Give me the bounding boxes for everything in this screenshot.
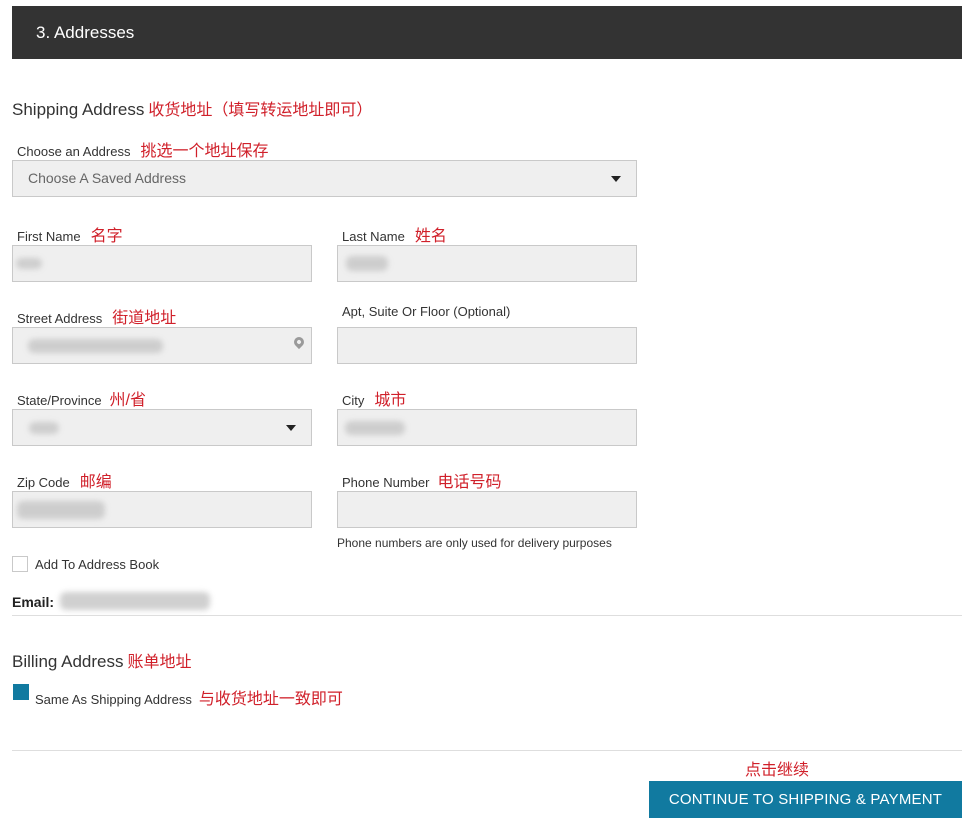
redacted-value <box>346 256 388 271</box>
location-pin-icon <box>291 334 307 350</box>
billing-section-title: Billing Address 账单地址 <box>12 648 192 672</box>
first-name-field[interactable] <box>12 245 312 282</box>
zip-code-field[interactable] <box>12 491 312 528</box>
redacted-value <box>29 422 59 434</box>
city-label: City 城市 <box>342 392 407 409</box>
continue-note: 点击继续 <box>745 762 810 779</box>
zip-code-label: Zip Code 邮编 <box>17 474 112 491</box>
redacted-value <box>28 339 163 353</box>
street-address-field[interactable] <box>12 327 312 364</box>
chevron-down-icon <box>286 425 296 431</box>
divider <box>12 615 962 616</box>
last-name-field[interactable] <box>337 245 637 282</box>
shipping-title-note: 收货地址（填写转运地址即可） <box>148 102 373 119</box>
add-to-address-book-checkbox[interactable] <box>12 556 28 572</box>
step-title: 3. Addresses <box>36 22 135 42</box>
city-field[interactable] <box>337 409 637 446</box>
redacted-value <box>345 421 405 435</box>
same-as-shipping-label: Same As Shipping Address 与收货地址一致即可 <box>35 691 343 708</box>
add-to-address-book-label: Add To Address Book <box>35 557 160 572</box>
redacted-value <box>16 258 42 269</box>
email-label: Email: <box>12 594 55 610</box>
billing-title-note: 账单地址 <box>127 654 192 671</box>
phone-number-label: Phone Number 电话号码 <box>342 474 502 491</box>
shipping-title: Shipping Address <box>12 100 145 119</box>
step-header: 3. Addresses <box>12 6 962 59</box>
state-province-select[interactable] <box>12 409 312 446</box>
phone-number-field[interactable] <box>337 491 637 528</box>
same-as-shipping-checkbox[interactable] <box>13 684 29 700</box>
saved-address-value: Choose A Saved Address <box>28 170 186 186</box>
saved-address-select[interactable]: Choose A Saved Address <box>12 160 637 197</box>
billing-title: Billing Address <box>12 652 124 671</box>
state-province-label: State/Province 州/省 <box>17 392 146 409</box>
redacted-value <box>17 501 105 519</box>
apt-suite-field[interactable] <box>337 327 637 364</box>
divider <box>12 750 962 751</box>
apt-suite-label: Apt, Suite Or Floor (Optional) <box>342 304 511 319</box>
phone-help-text: Phone numbers are only used for delivery… <box>337 536 612 550</box>
choose-address-label: Choose an Address 挑选一个地址保存 <box>17 143 269 160</box>
street-address-label: Street Address 街道地址 <box>17 310 177 327</box>
last-name-label: Last Name 姓名 <box>342 228 447 245</box>
continue-to-shipping-payment-button[interactable]: CONTINUE TO SHIPPING & PAYMENT <box>649 781 962 818</box>
shipping-section-title: Shipping Address 收货地址（填写转运地址即可） <box>12 96 372 120</box>
first-name-label: First Name 名字 <box>17 228 123 245</box>
chevron-down-icon <box>611 176 621 182</box>
redacted-email <box>60 592 210 610</box>
